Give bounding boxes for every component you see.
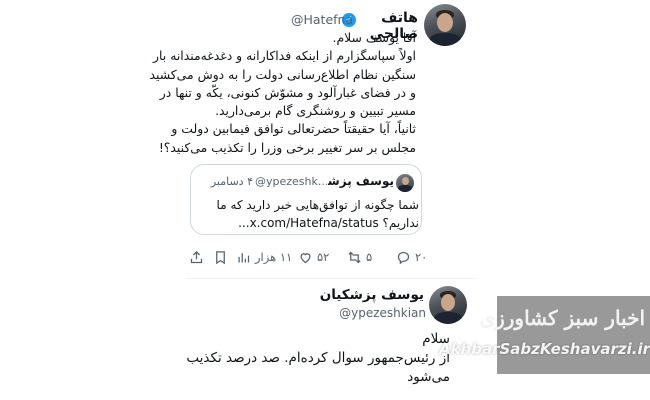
quoted-tweet-card[interactable]: یوسف پزشکیان @ypezeshk... ۴ دسامبر شما چ… xyxy=(190,164,422,235)
like-icon xyxy=(300,252,311,263)
quoted-text-line: نداریم؟ x.com/Hatefna/status... xyxy=(238,216,419,230)
quoted-date: ۴ دسامبر xyxy=(210,175,253,188)
views-button[interactable]: ۱۱ هزار xyxy=(236,248,292,266)
reply-author-avatar[interactable] xyxy=(429,286,467,324)
share-button[interactable] xyxy=(189,248,204,266)
reply-author-handle[interactable]: @ypezeshkian xyxy=(336,306,426,320)
views-icon xyxy=(238,252,250,262)
tweet-text-line: سنگین نظام اطلاع‌رسانی دولت را به دوش می… xyxy=(149,66,416,82)
retweet-icon xyxy=(348,251,361,263)
quoted-text: شما چگونه از توافق‌هایی خبر دارید که ما … xyxy=(199,196,419,232)
tweet-text-line: مجلس بر سر تغییر برخی وزرا را تکذیب می‌ک… xyxy=(158,139,416,155)
watermark-title: اخبار سبز کشاورزی xyxy=(479,306,645,330)
tweet-text-line: و در فضای غبارآلود و مشوّش کنونی، یکّه و… xyxy=(159,84,416,100)
reply-text-line: می‌شود xyxy=(407,369,450,385)
tweet-text-line: اولاً سپاسگزارم از اینکه فداکارانه و دغد… xyxy=(153,48,416,64)
author-avatar[interactable] xyxy=(424,4,466,46)
like-button[interactable]: ۵۲ xyxy=(298,248,329,266)
reply-icon xyxy=(397,251,410,264)
tweet-divider xyxy=(186,278,476,279)
bookmark-icon xyxy=(216,250,225,264)
share-icon xyxy=(190,250,203,263)
reply-count: ۲۰ xyxy=(415,250,428,264)
quoted-author-avatar xyxy=(396,174,414,192)
author-handle[interactable]: @Hatefna xyxy=(291,12,353,27)
quoted-author-handle: @ypezeshk... xyxy=(255,175,327,188)
like-count: ۵۲ xyxy=(317,250,330,264)
reply-author-name[interactable]: یوسف پزشکیان xyxy=(320,287,424,303)
tweet-text-line: آقا یوسف سلام. xyxy=(332,30,416,45)
quoted-author-name: یوسف پزشکیان xyxy=(328,174,394,188)
reply-text: سلام از رئیس‌جمهور سوال کرده‌ام. صد درصد… xyxy=(186,330,450,387)
bookmark-button[interactable] xyxy=(213,248,228,266)
views-count: ۱۱ هزار xyxy=(255,250,293,264)
tweet-text: آقا یوسف سلام. اولاً سپاسگزارم از اینکه … xyxy=(149,29,416,157)
retweet-count: ۵ xyxy=(366,250,373,264)
watermark-url: AkhbarSabzKeshavarzi.ir xyxy=(438,340,650,358)
tweet-text-line: مسیر تبیین و روشنگری گام برمی‌دارید. xyxy=(215,103,416,119)
reply-button[interactable]: ۲۰ xyxy=(396,248,427,266)
quoted-text-line: شما چگونه از توافق‌هایی خبر دارید که ما xyxy=(216,198,419,212)
tweet-text-line: ثانیاً، آیا حقیقتاً حضرتعالی توافق فیماب… xyxy=(171,121,416,137)
retweet-button[interactable]: ۵ xyxy=(347,248,372,266)
